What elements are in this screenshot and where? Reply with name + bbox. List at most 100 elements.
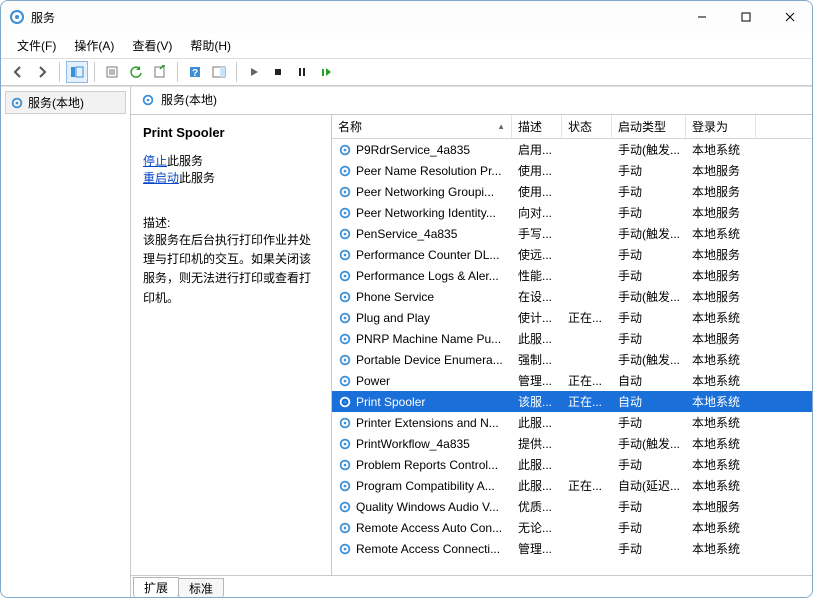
- cell-logon: 本地系统: [686, 538, 756, 559]
- cell-desc: 手写...: [512, 223, 562, 244]
- service-row[interactable]: Program Compatibility A...此服...正在...自动(延…: [332, 475, 812, 496]
- list-body[interactable]: P9RdrService_4a835启用...手动(触发...本地系统Peer …: [332, 139, 812, 575]
- service-row[interactable]: Peer Name Resolution Pr... 使用... 手动本地服务: [332, 160, 812, 181]
- cell-logon: 本地服务: [686, 160, 756, 181]
- cell-desc: 此服...: [512, 412, 562, 433]
- restart-service-link[interactable]: 重启动: [143, 171, 179, 185]
- cell-name: Printer Extensions and N...: [332, 414, 512, 432]
- maximize-button[interactable]: [724, 2, 768, 32]
- cell-logon: 本地系统: [686, 433, 756, 454]
- cell-logon: 本地系统: [686, 307, 756, 328]
- cell-status: [562, 169, 612, 173]
- service-row[interactable]: Peer Networking Groupi...使用...手动本地服务: [332, 181, 812, 202]
- cell-startup: 手动: [612, 307, 686, 328]
- toolbar-separator: [236, 62, 237, 82]
- service-row[interactable]: Plug and Play使计...正在...手动本地系统: [332, 307, 812, 328]
- service-row[interactable]: Print Spooler该服...正在...自动本地系统: [332, 391, 812, 412]
- cell-status: [562, 295, 612, 299]
- help-button[interactable]: ?: [184, 61, 206, 83]
- cell-logon: 本地服务: [686, 244, 756, 265]
- col-name[interactable]: 名称▲: [332, 115, 512, 138]
- service-row[interactable]: Problem Reports Control...此服...手动本地系统: [332, 454, 812, 475]
- col-startup[interactable]: 启动类型: [612, 115, 686, 138]
- show-hide-tree-button[interactable]: [66, 61, 88, 83]
- forward-button[interactable]: [31, 61, 53, 83]
- tree-root-services-local[interactable]: 服务(本地): [5, 91, 126, 114]
- pause-service-button[interactable]: [291, 61, 313, 83]
- tab-extended[interactable]: 扩展: [133, 577, 179, 597]
- toolbar: ?: [1, 58, 812, 86]
- body: 服务(本地) 服务(本地) Print Spooler 停止此服务: [1, 86, 812, 597]
- cell-desc: 此服...: [512, 475, 562, 496]
- col-desc[interactable]: 描述: [512, 115, 562, 138]
- restart-link-suffix: 此服务: [179, 171, 215, 185]
- cell-logon: 本地服务: [686, 496, 756, 517]
- service-row[interactable]: Performance Counter DL...使远...手动本地服务: [332, 244, 812, 265]
- action-pane-button[interactable]: [208, 61, 230, 83]
- gear-icon: [10, 96, 24, 110]
- menu-help[interactable]: 帮助(H): [182, 35, 239, 56]
- cell-startup: 手动: [612, 328, 686, 349]
- detail-links: 停止此服务 重启动此服务: [143, 152, 321, 186]
- service-row[interactable]: PNRP Machine Name Pu...此服...手动本地服务: [332, 328, 812, 349]
- cell-name: Performance Logs & Aler...: [332, 267, 512, 285]
- service-row[interactable]: PenService_4a835手写...手动(触发...本地系统: [332, 223, 812, 244]
- cell-desc: 使用...: [512, 160, 562, 181]
- cell-logon: 本地系统: [686, 454, 756, 475]
- service-row[interactable]: Peer Networking Identity...向对...手动本地服务: [332, 202, 812, 223]
- cell-status: [562, 526, 612, 530]
- toolbar-separator: [94, 62, 95, 82]
- stop-link-suffix: 此服务: [167, 154, 203, 168]
- cell-logon: 本地系统: [686, 517, 756, 538]
- service-row[interactable]: Remote Access Connecti...管理...手动本地系统: [332, 538, 812, 559]
- menu-file[interactable]: 文件(F): [9, 35, 64, 56]
- cell-startup: 手动: [612, 517, 686, 538]
- col-status[interactable]: 状态: [562, 115, 612, 138]
- toolbar-separator: [177, 62, 178, 82]
- cell-desc: 使用...: [512, 181, 562, 202]
- col-logon[interactable]: 登录为: [686, 115, 756, 138]
- service-name-text: PNRP Machine Name Pu...: [356, 332, 501, 346]
- service-row[interactable]: Performance Logs & Aler...性能...手动本地服务: [332, 265, 812, 286]
- service-row[interactable]: Portable Device Enumera...强制...手动(触发...本…: [332, 349, 812, 370]
- stop-service-link[interactable]: 停止: [143, 154, 167, 168]
- export-list-button[interactable]: [149, 61, 171, 83]
- restart-service-button[interactable]: [315, 61, 337, 83]
- back-button[interactable]: [7, 61, 29, 83]
- selected-service-name: Print Spooler: [143, 125, 321, 140]
- service-row[interactable]: Remote Access Auto Con...无论...手动本地系统: [332, 517, 812, 538]
- close-button[interactable]: [768, 2, 812, 32]
- cell-startup: 手动: [612, 181, 686, 202]
- menu-action[interactable]: 操作(A): [66, 35, 122, 56]
- service-name-text: PenService_4a835: [356, 227, 457, 241]
- cell-desc: 管理...: [512, 370, 562, 391]
- service-row[interactable]: PrintWorkflow_4a835提供...手动(触发...本地系统: [332, 433, 812, 454]
- refresh-button[interactable]: [125, 61, 147, 83]
- stop-service-button[interactable]: [267, 61, 289, 83]
- service-row[interactable]: Phone Service在设...手动(触发...本地服务: [332, 286, 812, 307]
- service-name-text: Remote Access Auto Con...: [356, 521, 502, 535]
- service-row[interactable]: Printer Extensions and N...此服...手动本地系统: [332, 412, 812, 433]
- cell-startup: 自动: [612, 391, 686, 412]
- cell-startup: 手动: [612, 160, 686, 181]
- cell-logon: 本地系统: [686, 139, 756, 160]
- minimize-button[interactable]: [680, 2, 724, 32]
- cell-status: [562, 337, 612, 341]
- tab-standard[interactable]: 标准: [178, 578, 224, 597]
- properties-button[interactable]: [101, 61, 123, 83]
- service-name-text: Phone Service: [356, 290, 434, 304]
- service-name-text: Printer Extensions and N...: [356, 416, 499, 430]
- service-name-text: Peer Name Resolution Pr...: [356, 164, 501, 178]
- window-title: 服务: [31, 9, 680, 26]
- cell-name: Problem Reports Control...: [332, 456, 512, 474]
- cell-status: [562, 232, 612, 236]
- service-row[interactable]: Power管理...正在...自动本地系统: [332, 370, 812, 391]
- start-service-button[interactable]: [243, 61, 265, 83]
- menu-view[interactable]: 查看(V): [124, 35, 180, 56]
- right-pane-header: 服务(本地): [131, 87, 812, 115]
- services-list: 名称▲ 描述 状态 启动类型 登录为 P9RdrService_4a835启用.…: [331, 115, 812, 575]
- cell-status: [562, 505, 612, 509]
- service-row[interactable]: P9RdrService_4a835启用...手动(触发...本地系统: [332, 139, 812, 160]
- menubar: 文件(F) 操作(A) 查看(V) 帮助(H): [1, 33, 812, 58]
- service-row[interactable]: Quality Windows Audio V...优质...手动本地服务: [332, 496, 812, 517]
